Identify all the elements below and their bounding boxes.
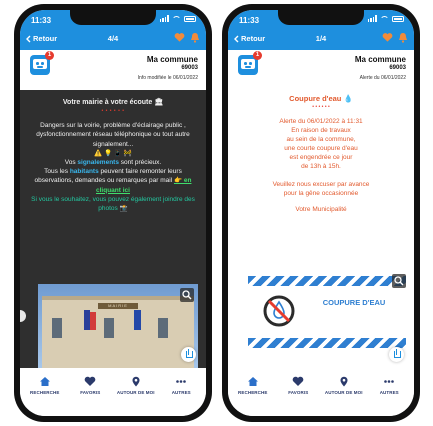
tab-recherche[interactable]: RECHERCHE [232, 376, 274, 416]
photo-sign: MAIRIE [98, 303, 138, 309]
water-cut-label: COUPURE D'EAU [322, 298, 386, 307]
hazard-stripe [248, 338, 406, 348]
alert-title: Coupure d'eau 💧 [289, 94, 353, 103]
tab-autres[interactable]: AUTRES [160, 376, 202, 416]
back-button[interactable]: Retour [26, 34, 57, 43]
favorite-heart-icon[interactable] [174, 32, 185, 43]
more-dots-icon [176, 380, 187, 383]
map-pin-icon [132, 376, 140, 387]
alert-line: pour la gêne occasionnée [283, 190, 359, 197]
alert-line: Alerte du 06/01/2022 à 11:31 [279, 118, 363, 125]
separator-dots: • • • • • • [101, 108, 125, 115]
share-icon[interactable] [389, 347, 404, 362]
back-label: Retour [33, 34, 58, 43]
commune-name: Ma commune [146, 55, 198, 64]
message-body: Votre mairie à votre écoute 🏛 • • • • • … [20, 90, 206, 213]
chevron-left-icon [234, 35, 239, 42]
map-pin-icon [340, 376, 348, 387]
message-title: Votre mairie à votre écoute 🏛 [62, 99, 164, 106]
phone-frame-right: 11:33 Retour 1/4 1 Ma commune 69003 Aler… [222, 4, 420, 422]
chevron-left-icon [26, 35, 31, 42]
phone-frame-left: 11:33 Retour 4/4 1 Ma commune 69003 Info… [14, 4, 212, 422]
card-header: 1 Ma commune 69003 Alerte du 06/01/2022 [228, 50, 414, 90]
alert-date: Alerte du 06/01/2022 [359, 75, 406, 81]
signal-icon [367, 15, 377, 22]
alert-body: Alerte du 06/01/2022 à 11:31 En raison d… [228, 117, 414, 214]
separator-dots: • • • • • • [312, 104, 330, 110]
wifi-icon [172, 15, 181, 22]
tab-autres[interactable]: AUTRES [368, 376, 410, 416]
status-time: 11:33 [31, 16, 52, 25]
phone-screen-right: 11:33 Retour 1/4 1 Ma commune 69003 Aler… [228, 10, 414, 416]
back-label: Retour [241, 34, 266, 43]
alert-line: En raison de travaux [291, 127, 351, 134]
nav-bar: Retour 4/4 [20, 28, 206, 50]
message-paragraph-1: Dangers sur la voirie, problème d'éclair… [36, 122, 190, 148]
alert-line: est engendrée ce jour [289, 154, 353, 161]
message-paragraph-2: Vos signalements sont précieux. [64, 159, 162, 167]
alert-line: de 13h à 15h. [301, 163, 341, 170]
notification-badge: 1 [45, 51, 54, 60]
zoom-icon[interactable] [392, 274, 406, 288]
tab-favoris[interactable]: FAVORIS [277, 376, 319, 416]
alert-card: 1 Ma commune 69003 Alerte du 06/01/2022 … [228, 50, 414, 368]
heart-icon [292, 376, 304, 386]
battery-icon [392, 15, 404, 22]
card-header: 1 Ma commune 69003 Info modifiée le 06/0… [20, 50, 206, 90]
message-paragraph-3: Tous les habitants peuvent faire remonte… [34, 168, 192, 194]
tab-autour-de-moi[interactable]: AUTOUR DE MOI [115, 376, 157, 416]
message-paragraph-4: Si vous le souhaitez, vous pouvez égalem… [31, 195, 195, 213]
no-water-icon [263, 295, 295, 327]
emoji-row: ⚠️ 💡 📱 🚧 [94, 149, 132, 157]
building-icon: 🏛 [154, 99, 164, 106]
notch [70, 10, 156, 25]
heart-icon [84, 376, 96, 386]
commune-name: Ma commune [354, 55, 406, 64]
notification-badge: 1 [253, 51, 262, 60]
bell-icon[interactable] [190, 32, 200, 43]
notch [278, 10, 364, 25]
app-logo-icon: 1 [238, 51, 262, 75]
battery-icon [184, 15, 196, 22]
favorite-heart-icon[interactable] [382, 32, 393, 43]
status-time: 11:33 [239, 16, 260, 25]
bell-icon[interactable] [398, 32, 408, 43]
info-card: 1 Ma commune 69003 Info modifiée le 06/0… [20, 50, 206, 368]
water-cut-illustration[interactable]: COUPURE D'EAU [248, 274, 406, 348]
alert-line: une courte coupure d'eau [284, 145, 358, 152]
tab-bar: RECHERCHE FAVORIS AUTOUR DE MOI AUTRES [228, 368, 414, 416]
town-hall-photo[interactable]: MAIRIE [38, 284, 198, 368]
alert-line: au sein de la commune, [286, 136, 356, 143]
info-date: Info modifiée le 06/01/2022 [137, 75, 198, 81]
tab-favoris[interactable]: FAVORIS [69, 376, 111, 416]
more-dots-icon [384, 380, 395, 383]
app-logo-icon: 1 [30, 51, 54, 75]
hazard-stripe [248, 276, 406, 286]
tab-recherche[interactable]: RECHERCHE [24, 376, 66, 416]
alert-signature: Votre Municipalité [295, 206, 347, 213]
signal-icon [159, 15, 169, 22]
zoom-icon[interactable] [180, 288, 194, 302]
home-icon [39, 377, 50, 386]
postal-code: 69003 [389, 65, 406, 71]
phone-screen-left: 11:33 Retour 4/4 1 Ma commune 69003 Info… [20, 10, 206, 416]
tab-autour-de-moi[interactable]: AUTOUR DE MOI [323, 376, 365, 416]
share-icon[interactable] [181, 347, 196, 362]
wifi-icon [380, 15, 389, 22]
back-button[interactable]: Retour [234, 34, 265, 43]
home-icon [247, 377, 258, 386]
nav-bar: Retour 1/4 [228, 28, 414, 50]
postal-code: 69003 [181, 65, 198, 71]
tab-bar: RECHERCHE FAVORIS AUTOUR DE MOI AUTRES [20, 368, 206, 416]
alert-line: Veuillez nous excuser par avance [272, 181, 370, 188]
